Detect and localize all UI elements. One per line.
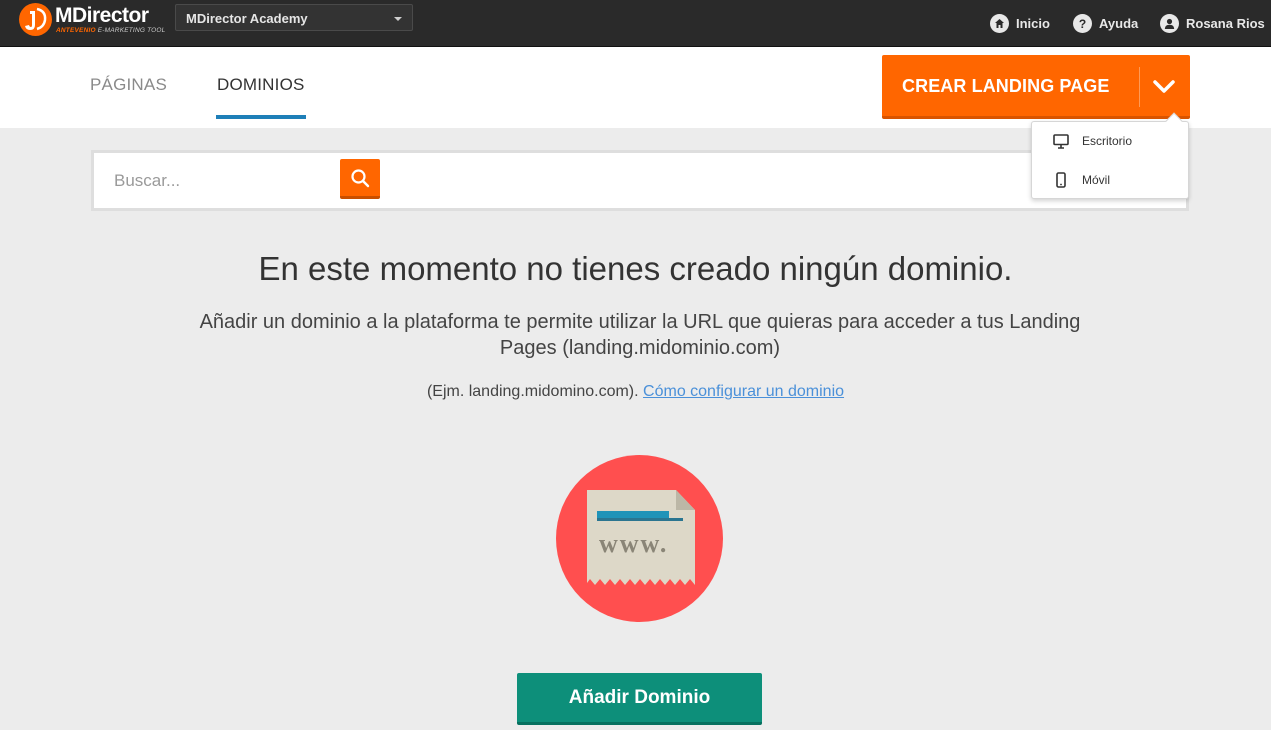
search-button[interactable] xyxy=(340,159,380,199)
create-landing-page-button[interactable]: CREAR LANDING PAGE xyxy=(882,55,1190,119)
page-header: PÁGINAS DOMINIOS CREAR LANDING PAGE xyxy=(0,47,1271,128)
help-icon: ? xyxy=(1073,13,1092,33)
nav-user-label: Rosana Rios xyxy=(1186,15,1265,31)
search-input[interactable] xyxy=(114,170,334,192)
nav-help[interactable]: ? Ayuda xyxy=(1073,13,1138,33)
search-bar xyxy=(91,150,1189,211)
domain-illustration: www. xyxy=(556,455,723,622)
mdirector-logo[interactable]: MDirector ANTEVENIO E-MARKETING TOOL xyxy=(19,3,165,43)
configure-domain-link[interactable]: Cómo configurar un dominio xyxy=(643,383,844,400)
button-divider xyxy=(1139,67,1140,107)
empty-state-description: Añadir un dominio a la plataforma te per… xyxy=(199,311,1081,359)
account-selector[interactable]: MDirector Academy xyxy=(175,4,413,31)
www-text: www. xyxy=(599,529,668,558)
nav-home-label: Inicio xyxy=(1016,15,1050,31)
menu-item-movil[interactable]: Móvil xyxy=(1032,165,1188,195)
logo-tagline-text: E-MARKETING TOOL xyxy=(97,27,166,34)
search-icon xyxy=(351,168,370,187)
top-bar: MDirector ANTEVENIO E-MARKETING TOOL MDi… xyxy=(0,0,1271,47)
chevron-down-icon[interactable] xyxy=(1152,75,1176,104)
logo-mark-icon xyxy=(19,3,52,36)
add-domain-button[interactable]: Añadir Dominio xyxy=(517,673,762,725)
active-tab-indicator xyxy=(216,115,306,119)
example-text: (Ejm. landing.midomino.com). xyxy=(426,383,639,400)
account-selector-label: MDirector Academy xyxy=(186,11,308,26)
tab-paginas[interactable]: PÁGINAS xyxy=(90,75,167,95)
nav-help-label: Ayuda xyxy=(1099,15,1139,31)
mobile-icon xyxy=(1052,172,1070,188)
example-line: (Ejm. landing.midomino.com). Cómo config… xyxy=(0,383,1271,401)
create-landing-page-label: CREAR LANDING PAGE xyxy=(902,76,1110,96)
nav-user[interactable]: Rosana Rios xyxy=(1160,13,1265,33)
logo-title: MDirector xyxy=(55,4,149,27)
home-icon xyxy=(990,13,1009,33)
empty-state-title: En este momento no tienes creado ningún … xyxy=(258,250,1013,287)
svg-text:?: ? xyxy=(1079,17,1086,30)
logo-tagline: ANTEVENIO E-MARKETING TOOL xyxy=(56,27,165,34)
logo-brand: ANTEVENIO xyxy=(56,27,96,34)
user-icon xyxy=(1160,13,1179,33)
nav-home[interactable]: Inicio xyxy=(990,13,1050,33)
menu-item-label: Móvil xyxy=(1082,173,1111,187)
tab-dominios[interactable]: DOMINIOS xyxy=(217,75,305,95)
menu-item-escritorio[interactable]: Escritorio xyxy=(1032,126,1188,156)
caret-down-icon xyxy=(394,17,402,21)
menu-item-label: Escritorio xyxy=(1082,134,1133,148)
desktop-icon xyxy=(1052,133,1070,149)
create-landing-menu: Escritorio Móvil xyxy=(1031,112,1189,199)
